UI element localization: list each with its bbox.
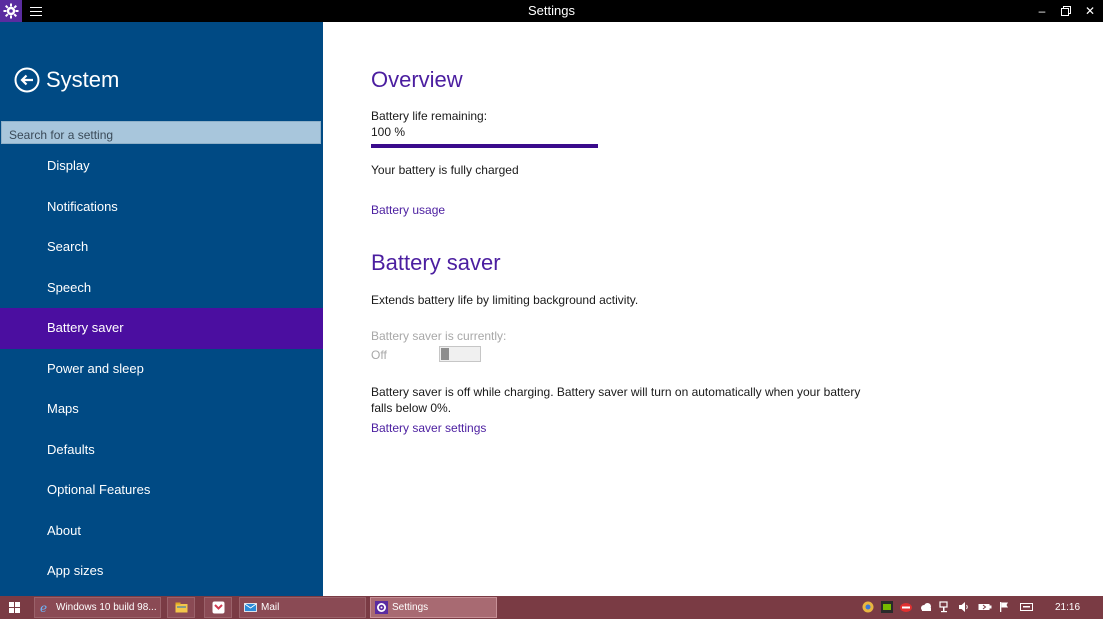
battery-tray-icon[interactable]	[978, 601, 992, 613]
close-button[interactable]: ✕	[1080, 2, 1100, 20]
network-tray-icon[interactable]	[939, 601, 951, 613]
overview-heading: Overview	[371, 67, 463, 92]
toggle-knob	[441, 348, 449, 360]
sidebar-title: System	[46, 67, 120, 92]
taskbar-button-settings[interactable]: Settings	[370, 597, 497, 618]
action-center-flag-icon[interactable]	[998, 601, 1010, 613]
nav-list: Display Notifications Search Speech Batt…	[0, 146, 323, 592]
battery-saver-settings-link[interactable]: Battery saver settings	[371, 421, 486, 435]
sidebar-item-optional-features[interactable]: Optional Features	[0, 470, 323, 511]
taskbar-button-label: Mail	[261, 602, 280, 613]
sidebar-item-app-sizes[interactable]: App sizes	[0, 551, 323, 592]
sidebar-item-notifications[interactable]: Notifications	[0, 187, 323, 228]
sidebar-item-battery-saver[interactable]: Battery saver	[0, 308, 323, 349]
taskbar-button-mail[interactable]: Mail	[239, 597, 366, 618]
battery-life-value: 100 %	[371, 125, 406, 139]
keyboard-tray-icon[interactable]	[1020, 601, 1033, 613]
windows-start-icon[interactable]	[9, 602, 20, 613]
sidebar-item-search[interactable]: Search	[0, 227, 323, 268]
window-title: Settings	[528, 3, 575, 18]
battery-saver-toggle[interactable]	[439, 346, 481, 362]
taskbar-button-label: Windows 10 build 98...	[56, 602, 157, 613]
network-speed-tray-icon[interactable]	[900, 601, 912, 613]
battery-saver-state: Off	[371, 348, 387, 362]
title-bar: Settings – ✕	[0, 0, 1103, 22]
taskbar-clock[interactable]: 21:16	[1055, 602, 1080, 613]
sidebar: System Display Notifications Search Spee…	[0, 22, 323, 596]
chrome-tray-icon[interactable]	[862, 601, 874, 613]
battery-saver-heading: Battery saver	[371, 250, 501, 275]
battery-saver-note-line2: falls below 0%.	[371, 401, 452, 415]
taskbar-button-pocket[interactable]	[204, 597, 232, 618]
svg-text:e: e	[40, 601, 47, 614]
battery-progress-fill	[371, 144, 598, 148]
gear-icon	[375, 601, 388, 614]
mail-icon	[244, 601, 257, 614]
volume-tray-icon[interactable]	[958, 601, 970, 613]
battery-usage-link[interactable]: Battery usage	[371, 203, 445, 217]
restore-button[interactable]	[1056, 2, 1076, 20]
battery-saver-description: Extends battery life by limiting backgro…	[371, 293, 639, 307]
taskbar-button-ie[interactable]: e Windows 10 build 98...	[34, 597, 161, 618]
search-input[interactable]	[1, 121, 321, 144]
pocket-icon	[212, 601, 225, 614]
sidebar-item-speech[interactable]: Speech	[0, 268, 323, 309]
cloud-tray-icon[interactable]	[920, 601, 932, 613]
battery-life-label: Battery life remaining:	[371, 109, 488, 123]
sidebar-item-defaults[interactable]: Defaults	[0, 430, 323, 471]
sidebar-item-about[interactable]: About	[0, 511, 323, 552]
battery-saver-note-line1: Battery saver is off while charging. Bat…	[371, 385, 861, 399]
ie-icon: e	[39, 601, 52, 615]
battery-progress-bar	[371, 144, 598, 148]
file-explorer-icon	[175, 601, 188, 614]
main-content: Overview Battery life remaining: 100 % Y…	[323, 22, 1103, 596]
sidebar-item-power-and-sleep[interactable]: Power and sleep	[0, 349, 323, 390]
sidebar-item-display[interactable]: Display	[0, 146, 323, 187]
nvidia-tray-icon[interactable]	[881, 601, 893, 613]
taskbar-button-label: Settings	[392, 602, 429, 613]
taskbar: e Windows 10 build 98... Mail Settings 2…	[0, 596, 1103, 619]
minimize-button[interactable]: –	[1032, 2, 1052, 20]
battery-saver-currently-label: Battery saver is currently:	[371, 329, 507, 343]
sidebar-item-maps[interactable]: Maps	[0, 389, 323, 430]
battery-status: Your battery is fully charged	[371, 163, 519, 177]
taskbar-button-file-explorer[interactable]	[167, 597, 195, 618]
back-arrow-icon[interactable]	[14, 67, 40, 93]
